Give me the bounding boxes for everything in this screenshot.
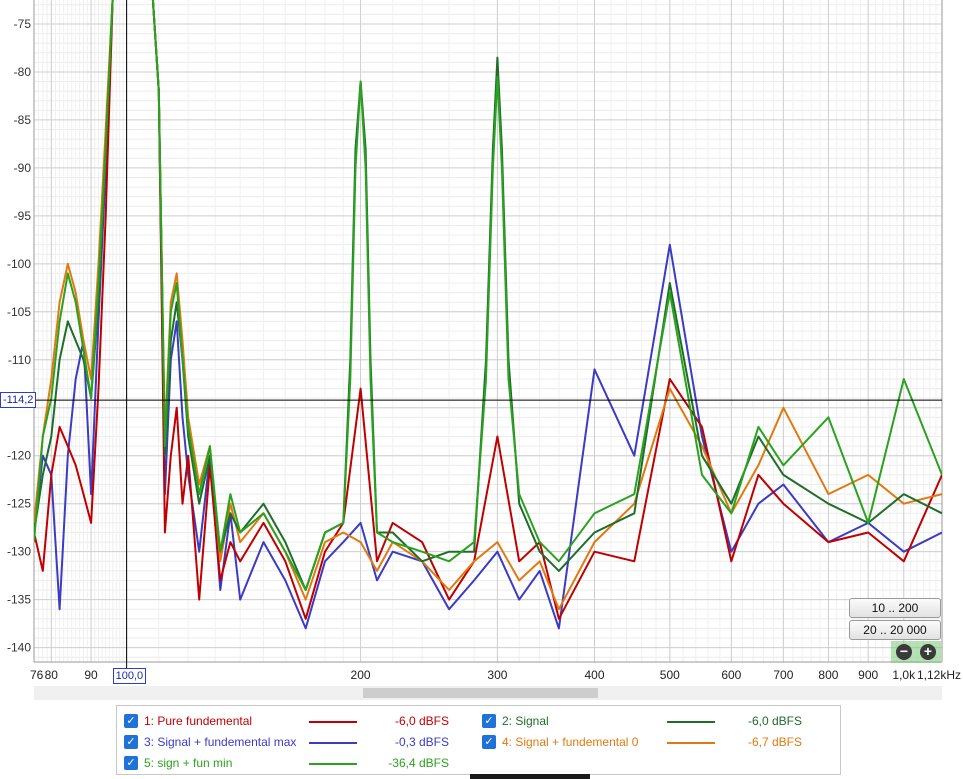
checkbox-checked-icon[interactable]: ✓: [124, 735, 138, 749]
cursor-x-readout: 100,0: [112, 668, 147, 684]
y-tick-label: -130: [7, 545, 31, 559]
spectrum-plot[interactable]: -75 -80 -85 -90 -95 -100 -105 -110 -120 -125 -130 -…: [0, 0, 963, 700]
checkbox-checked-icon[interactable]: ✓: [124, 756, 138, 770]
y-tick-label: -110: [8, 353, 31, 367]
x-tick-label: 600: [721, 668, 741, 682]
y-tick-label: -105: [7, 305, 31, 319]
legend-swatch: [667, 721, 715, 723]
legend-item[interactable]: ✓ 5: sign + fun min -36,4 dBFS: [124, 755, 464, 773]
legend-swatch: [309, 763, 357, 765]
zoom-in-icon[interactable]: +: [920, 644, 936, 660]
legend: ✓ 1: Pure fundemental -6,0 dBFS ✓ 2: Sig…: [116, 705, 841, 775]
legend-label: 2: Signal: [502, 714, 549, 728]
zoom-out-icon[interactable]: −: [896, 644, 912, 660]
x-tick-label: 900: [858, 668, 878, 682]
legend-item[interactable]: ✓ 1: Pure fundemental -6,0 dBFS: [124, 713, 464, 731]
x-tick-label: 90: [84, 668, 98, 682]
x-tick-label: 1,0k: [892, 668, 916, 682]
x-tick-label: 400: [584, 668, 604, 682]
legend-label: 3: Signal + fundemental max: [144, 735, 297, 749]
legend-swatch: [667, 742, 715, 744]
y-tick-label: -85: [14, 113, 32, 127]
legend-swatch: [309, 721, 357, 723]
y-tick-label: -125: [7, 497, 31, 511]
legend-level: -0,3 dBFS: [394, 735, 449, 749]
x-tick-label: 500: [660, 668, 680, 682]
legend-level: -6,0 dBFS: [394, 714, 449, 728]
legend-level: -6,7 dBFS: [747, 735, 802, 749]
y-tick-label: -135: [7, 593, 31, 607]
y-tick-label: -120: [7, 449, 31, 463]
legend-level: -6,0 dBFS: [747, 714, 802, 728]
zoom-preset-button[interactable]: 20 .. 20 000: [849, 620, 941, 640]
checkbox-checked-icon[interactable]: ✓: [482, 714, 496, 728]
legend-level: -36,4 dBFS: [388, 756, 449, 770]
zoom-control: − +: [891, 641, 941, 663]
checkbox-checked-icon[interactable]: ✓: [124, 714, 138, 728]
x-tick-label: 800: [818, 668, 838, 682]
legend-label: 1: Pure fundemental: [144, 714, 253, 728]
y-tick-label: -90: [14, 161, 32, 175]
checkbox-checked-icon[interactable]: ✓: [482, 735, 496, 749]
x-tick-label: 300: [487, 668, 507, 682]
x-tick-label: 1,12kHz: [917, 668, 961, 682]
x-tick-label: 700: [773, 668, 793, 682]
y-tick-label: -80: [14, 65, 32, 79]
legend-item[interactable]: ✓ 2: Signal -6,0 dBFS: [482, 713, 822, 731]
taskbar-fragment: [470, 774, 590, 779]
legend-item[interactable]: ✓ 4: Signal + fundemental 0 -6,7 dBFS: [482, 734, 822, 752]
y-tick-label: -140: [7, 641, 31, 655]
legend-label: 5: sign + fun min: [144, 756, 233, 770]
y-tick-label: -100: [7, 257, 31, 271]
x-tick-label: 80: [45, 668, 59, 682]
y-tick-label: -95: [14, 209, 32, 223]
legend-label: 4: Signal + fundemental 0: [502, 735, 639, 749]
scrollbar-thumb[interactable]: [363, 688, 598, 698]
x-tick-label: 76: [30, 668, 44, 682]
zoom-preset-button[interactable]: 10 .. 200: [849, 598, 941, 618]
y-tick-label: -75: [14, 17, 32, 31]
legend-item[interactable]: ✓ 3: Signal + fundemental max -0,3 dBFS: [124, 734, 464, 752]
cursor-y-readout: -114,2: [0, 392, 37, 409]
x-tick-label: 200: [351, 668, 371, 682]
legend-swatch: [309, 742, 357, 744]
